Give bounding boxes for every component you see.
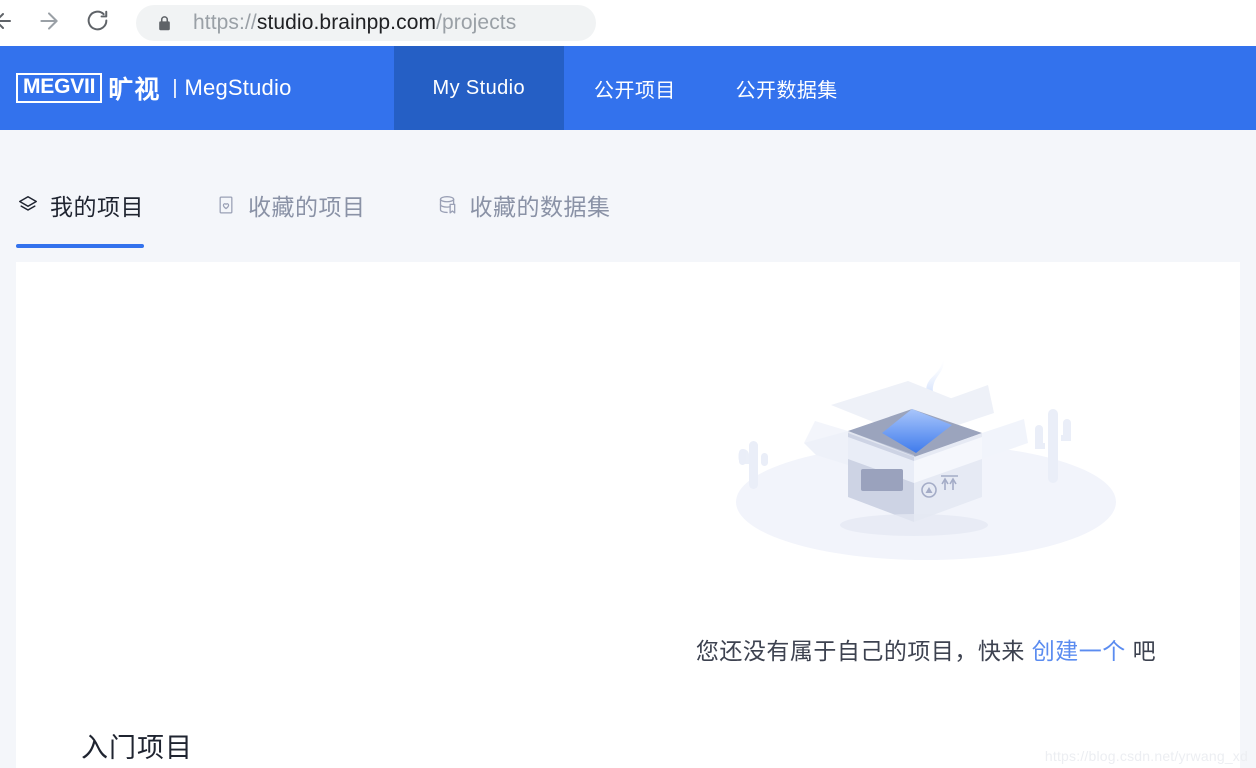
sub-tab-bar: 我的项目 收藏的项目 收藏的数据集: [16, 188, 611, 248]
url-scheme: https://: [193, 11, 257, 34]
empty-open-box-illustration: [676, 337, 1176, 562]
bookmark-heart-icon: [214, 193, 238, 217]
page-body: 我的项目 收藏的项目 收藏的数据集 您还没有属于自己的项目，快来 创建一个 吧 …: [0, 130, 1256, 768]
address-bar[interactable]: https://studio.brainpp.com/projects: [136, 5, 596, 41]
reload-icon: [85, 8, 110, 38]
brand-name-cn: 旷视: [108, 76, 161, 104]
reload-button[interactable]: [80, 6, 114, 40]
brand-product-name: MegStudio: [184, 75, 292, 100]
database-bookmark-icon: [436, 193, 460, 217]
url-text: https://studio.brainpp.com/projects: [193, 11, 516, 35]
empty-state-text-before: 您还没有属于自己的项目，快来: [695, 638, 1025, 664]
sub-tab-my-projects[interactable]: 我的项目: [16, 188, 144, 248]
browser-toolbar: https://studio.brainpp.com/projects: [0, 0, 1256, 46]
arrow-left-icon: [0, 9, 15, 38]
brand-logo[interactable]: MEGVII 旷视 | MegStudio: [0, 46, 292, 130]
nav-tab-public-projects[interactable]: 公开项目: [564, 46, 706, 130]
sub-tab-label: 我的项目: [50, 194, 144, 220]
megvii-logomark: MEGVII: [16, 73, 103, 103]
nav-tab-public-datasets[interactable]: 公开数据集: [706, 46, 868, 130]
nav-tab-label: 公开项目: [594, 79, 676, 102]
layers-icon: [16, 193, 40, 217]
watermark: https://blog.csdn.net/yrwang_xd: [1044, 748, 1248, 764]
sub-tab-favorite-projects[interactable]: 收藏的项目: [214, 188, 366, 248]
sub-tab-label: 收藏的项目: [248, 194, 366, 220]
brand-separator: |: [172, 76, 178, 99]
projects-content-card: 您还没有属于自己的项目，快来 创建一个 吧 入门项目: [16, 262, 1240, 768]
empty-state-text-after: 吧: [1132, 638, 1157, 664]
starter-projects-title: 入门项目: [81, 733, 193, 763]
sub-tab-favorite-datasets[interactable]: 收藏的数据集: [436, 188, 611, 248]
back-button[interactable]: [0, 6, 20, 40]
arrow-right-icon: [36, 8, 62, 39]
lock-icon: [156, 14, 173, 33]
nav-tab-label: My Studio: [432, 76, 526, 99]
app-header: MEGVII 旷视 | MegStudio My Studio 公开项目 公开数…: [0, 46, 1256, 136]
sub-tab-label: 收藏的数据集: [469, 194, 611, 220]
forward-button[interactable]: [32, 6, 66, 40]
nav-tab-label: 公开数据集: [735, 79, 838, 102]
url-path: /projects: [436, 11, 517, 34]
create-project-link[interactable]: 创建一个: [1032, 638, 1126, 664]
main-navigation: My Studio 公开项目 公开数据集: [393, 46, 868, 136]
nav-tab-my-studio[interactable]: My Studio: [393, 46, 565, 136]
empty-state-message: 您还没有属于自己的项目，快来 创建一个 吧: [676, 632, 1176, 666]
url-host: studio.brainpp.com: [256, 11, 437, 34]
